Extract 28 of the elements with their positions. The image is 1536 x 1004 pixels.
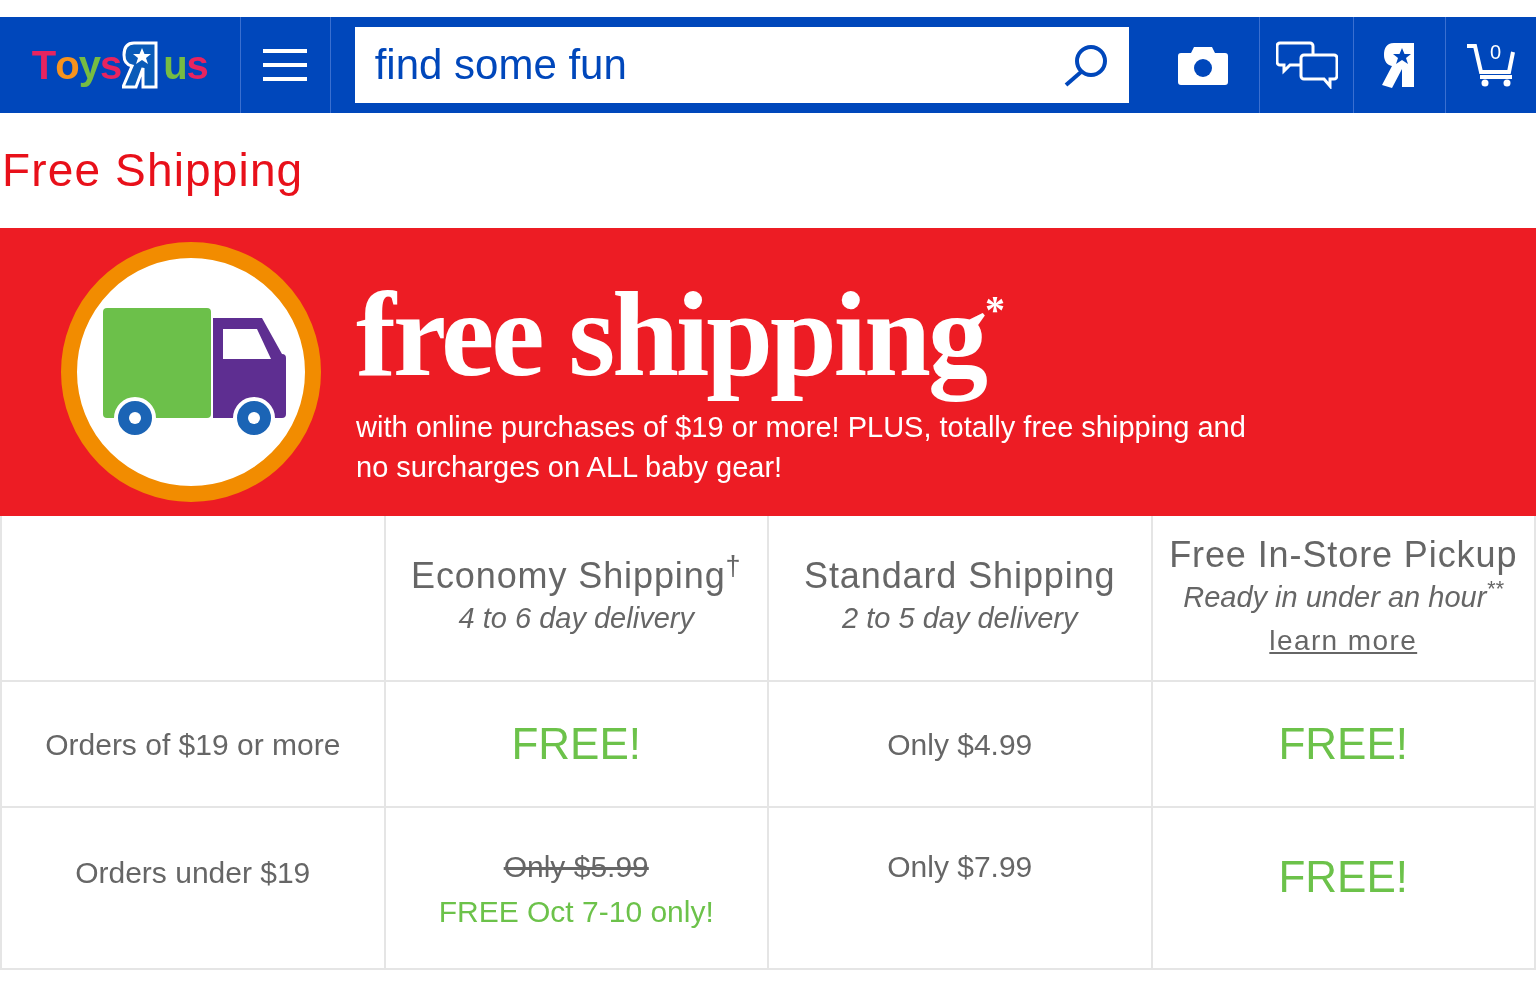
banner-subtext: with online purchases of $19 or more! PLUS, totally free shipping and no surcharges on ALL baby gear! [356,410,1247,485]
column-subtitle: 2 to 5 day delivery [842,601,1078,637]
cart-icon [1466,43,1516,87]
column-subtitle: Ready in under an hour$^{**}$ [1183,576,1504,616]
chat-bubbles-icon [1275,41,1338,89]
column-title: Free In-Store Pickup [1169,534,1518,577]
banner-headline: free shipping$^{*}$ [356,267,1004,404]
row-label: Orders under $19 [2,808,386,970]
free-price: FREE! [511,718,642,770]
camera-icon [1177,45,1228,85]
learn-more-link[interactable]: learn more [1269,619,1418,662]
column-title: Standard Shipping [804,555,1116,598]
cart-count: 0 [1490,40,1502,65]
free-price: FREE! [1278,851,1409,903]
menu-icon [263,48,308,82]
row-label: Orders of $19 or more [2,682,386,808]
search-field[interactable]: find some fun [354,27,1129,103]
column-subtitle: 4 to 6 day delivery [458,601,694,637]
free-price: FREE! [1278,718,1409,770]
promo-note: FREE Oct 7-10 only! [438,894,714,930]
logo[interactable]: Toys us [31,39,208,91]
cart-button[interactable]: 0 [1446,17,1536,113]
struck-price: Only $5.99 [503,849,649,885]
search-icon[interactable] [1062,43,1109,87]
price-text: Only $7.99 [887,849,1033,885]
column-title: Economy Shipping$^{†}$ [411,555,742,598]
price-text: Only $4.99 [887,726,1033,763]
page-title: Free Shipping [1,143,304,198]
